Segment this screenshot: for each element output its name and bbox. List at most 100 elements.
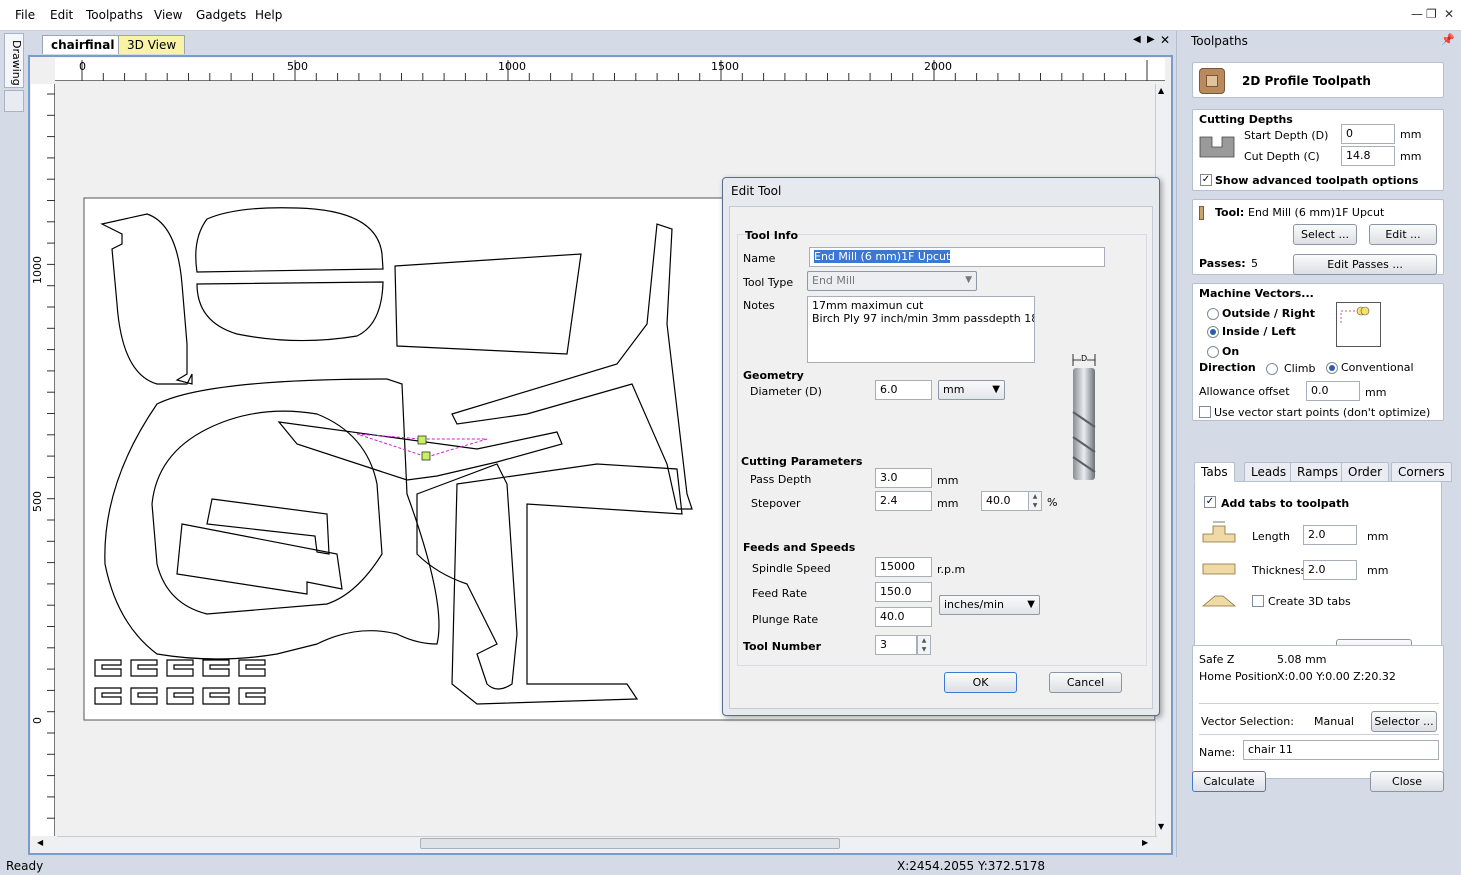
restore-icon[interactable]: ❐ — [1426, 7, 1437, 21]
climb-radio[interactable] — [1266, 363, 1278, 375]
close-button[interactable]: Close — [1370, 771, 1444, 792]
ruler-label: 500 — [31, 491, 44, 512]
tool-box: Tool: End Mill (6 mm)1F Upcut Select ...… — [1192, 199, 1444, 275]
minimize-icon[interactable]: — — [1411, 7, 1423, 21]
stepover-label: Stepover — [751, 497, 801, 510]
spindle-speed-input[interactable]: 15000 — [875, 557, 932, 577]
close-icon[interactable]: ✕ — [1444, 7, 1454, 21]
tab-prev-icon[interactable]: ◀ — [1133, 34, 1141, 45]
conventional-label: Conventional — [1341, 361, 1414, 374]
tool-type-value: End Mill — [812, 274, 856, 287]
edit-passes-button[interactable]: Edit Passes ... — [1293, 254, 1437, 275]
menu-view[interactable]: View — [154, 8, 182, 22]
side-tab-2[interactable] — [4, 90, 24, 112]
status-bar: Ready X:2454.2055 Y:372.5178 — [0, 857, 1461, 875]
rate-unit-select[interactable]: inches/min ▼ — [939, 595, 1040, 615]
pass-depth-unit: mm — [937, 474, 959, 487]
start-depth-input[interactable]: 0 — [1341, 124, 1395, 144]
ruler-label: 2000 — [924, 60, 952, 73]
depth-diagram-icon — [1199, 136, 1235, 158]
calculate-button[interactable]: Calculate — [1192, 771, 1266, 792]
tabs-settings-box: ✓ Add tabs to toolpath Length 2.0 mm Thi… — [1194, 481, 1442, 667]
tab-tabs[interactable]: Tabs — [1194, 462, 1235, 482]
pin-icon[interactable]: 📌 — [1441, 33, 1455, 46]
length-unit: mm — [1367, 530, 1389, 543]
on-label: On — [1222, 345, 1240, 358]
selector-button[interactable]: Selector ... — [1371, 711, 1437, 732]
vector-selection-label: Vector Selection: — [1201, 715, 1294, 728]
tab-length-input[interactable]: 2.0 — [1303, 525, 1357, 545]
drawing-side-tab[interactable]: Drawing — [4, 33, 24, 88]
notes-textarea[interactable]: 17mm maximun cut Birch Ply 97 inch/min 3… — [807, 296, 1035, 363]
cut-depth-input[interactable]: 14.8 — [1341, 146, 1395, 166]
ruler-label: 1000 — [498, 60, 526, 73]
cancel-button[interactable]: Cancel — [1049, 672, 1122, 693]
create-3d-tabs-checkbox[interactable] — [1252, 595, 1264, 607]
inside-left-radio[interactable] — [1207, 326, 1219, 338]
use-vector-start-checkbox[interactable] — [1199, 406, 1211, 418]
menu-file[interactable]: File — [15, 8, 35, 22]
menu-edit[interactable]: Edit — [50, 8, 73, 22]
feed-rate-input[interactable]: 150.0 — [875, 582, 932, 602]
stepover-input[interactable]: 2.4 — [875, 491, 932, 511]
ruler-label: 1500 — [711, 60, 739, 73]
toolpath-name-input[interactable]: chair 11 — [1243, 740, 1439, 760]
plunge-rate-input[interactable]: 40.0 — [875, 607, 932, 627]
ruler-label: 1000 — [31, 256, 44, 284]
tab-close-icon[interactable]: ✕ — [1160, 33, 1170, 47]
home-position-label: Home Position — [1199, 670, 1278, 683]
ok-button[interactable]: OK — [944, 672, 1017, 693]
menu-help[interactable]: Help — [255, 8, 282, 22]
conventional-radio[interactable] — [1326, 362, 1338, 374]
edit-tool-button[interactable]: Edit ... — [1369, 224, 1437, 245]
menu-toolpaths[interactable]: Toolpaths — [86, 8, 143, 22]
show-advanced-checkbox[interactable]: ✓ — [1200, 174, 1212, 186]
3d-tab-icon — [1201, 595, 1237, 607]
tool-value: End Mill (6 mm)1F Upcut — [1248, 206, 1385, 219]
tab-3d-view[interactable]: 3D View — [118, 35, 186, 54]
tab-ramps[interactable]: Ramps — [1290, 462, 1345, 482]
on-radio[interactable] — [1207, 346, 1219, 358]
tab-leads[interactable]: Leads — [1244, 462, 1294, 482]
tab-order[interactable]: Order — [1341, 462, 1390, 482]
spindle-speed-unit: r.p.m — [937, 563, 966, 576]
notes-label: Notes — [743, 299, 775, 312]
status-text: Ready — [6, 859, 44, 873]
toolpath-summary-box: Safe Z 5.08 mm Home Position X:0.00 Y:0.… — [1192, 645, 1444, 779]
geometry-heading: Geometry — [743, 369, 804, 382]
machine-vectors-box: Machine Vectors... Outside / Right Insid… — [1192, 283, 1444, 421]
diameter-unit-value: mm — [943, 383, 965, 396]
diameter-unit-select[interactable]: mm ▼ — [938, 380, 1005, 400]
diameter-input[interactable]: 6.0 — [875, 380, 932, 400]
stepover-percent-input[interactable]: 40.0 — [981, 491, 1029, 511]
profile-toolpath-icon — [1199, 68, 1225, 94]
chevron-down-icon: ▼ — [965, 275, 972, 285]
stepover-spinner[interactable]: ▲ ▼ — [1028, 491, 1042, 511]
tool-number-input[interactable]: 3 — [875, 635, 917, 655]
tab-chairfinal[interactable]: chairfinal — [42, 35, 124, 54]
horizontal-scroll-thumb[interactable] — [420, 838, 840, 849]
thickness-unit: mm — [1367, 564, 1389, 577]
outside-right-radio[interactable] — [1207, 308, 1219, 320]
select-tool-button[interactable]: Select ... — [1293, 224, 1357, 245]
spindle-speed-label: Spindle Speed — [752, 562, 831, 575]
allowance-input[interactable]: 0.0 — [1306, 381, 1360, 401]
horizontal-ruler: 0 500 1000 1500 2000 — [55, 58, 1165, 81]
tab-marker — [417, 435, 427, 445]
tab-corners[interactable]: Corners — [1391, 462, 1452, 482]
pass-depth-input[interactable]: 3.0 — [875, 468, 932, 488]
toolpath-title: 2D Profile Toolpath — [1242, 74, 1371, 88]
length-label: Length — [1252, 530, 1290, 543]
tool-type-select[interactable]: End Mill ▼ — [807, 271, 977, 291]
menu-gadgets[interactable]: Gadgets — [196, 8, 246, 22]
divider — [1199, 734, 1439, 735]
tab-thickness-input[interactable]: 2.0 — [1303, 560, 1357, 580]
add-tabs-checkbox[interactable]: ✓ — [1204, 496, 1216, 508]
edit-tool-dialog: Edit Tool Tool Info Name End Mill (6 mm)… — [722, 177, 1160, 716]
ruler-label: 500 — [287, 60, 308, 73]
tool-number-spinner[interactable]: ▲ ▼ — [917, 635, 931, 655]
tab-marker — [421, 451, 431, 461]
panel-header: Toolpaths — [1191, 34, 1248, 48]
tool-name-input[interactable]: End Mill (6 mm)1F Upcut — [809, 247, 1105, 267]
tab-next-icon[interactable]: ▶ — [1147, 34, 1155, 45]
